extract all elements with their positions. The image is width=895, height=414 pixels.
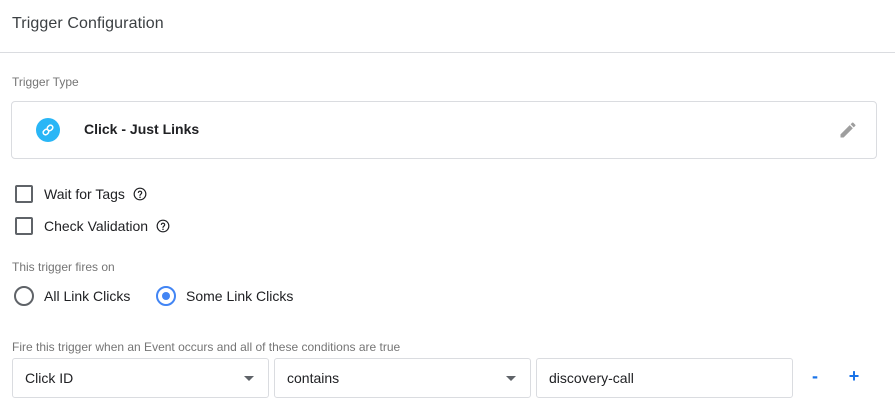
add-condition-button[interactable]: + [846, 366, 862, 386]
wait-for-tags-label: Wait for Tags [44, 186, 125, 202]
variable-select-value: Click ID [25, 370, 74, 386]
help-circle-icon[interactable] [133, 187, 147, 201]
condition-value-input[interactable]: discovery-call [536, 358, 793, 398]
some-link-clicks-radio[interactable] [156, 286, 176, 306]
variable-select[interactable]: Click ID [12, 358, 269, 398]
all-link-clicks-label: All Link Clicks [44, 288, 131, 304]
check-validation-option[interactable]: Check Validation [15, 216, 170, 236]
wait-for-tags-option[interactable]: Wait for Tags [15, 184, 147, 204]
remove-condition-button[interactable]: - [807, 366, 823, 386]
dropdown-arrow-icon [506, 376, 516, 381]
some-link-clicks-option[interactable]: Some Link Clicks [156, 286, 293, 306]
check-validation-label: Check Validation [44, 218, 149, 234]
operator-select[interactable]: contains [274, 358, 531, 398]
conditions-label: Fire this trigger when an Event occurs a… [12, 340, 401, 354]
trigger-type-card[interactable]: Click - Just Links [11, 101, 877, 159]
panel-title: Trigger Configuration [12, 15, 164, 32]
trigger-type-name: Click - Just Links [84, 121, 200, 137]
all-link-clicks-radio[interactable] [14, 286, 34, 306]
dropdown-arrow-icon [244, 376, 254, 381]
all-link-clicks-option[interactable]: All Link Clicks [14, 286, 130, 306]
condition-value-text: discovery-call [549, 370, 634, 386]
pencil-icon[interactable] [838, 120, 858, 140]
some-link-clicks-label: Some Link Clicks [186, 288, 294, 304]
fires-on-label: This trigger fires on [12, 260, 115, 274]
help-circle-icon[interactable] [156, 219, 170, 233]
panel-header: Trigger Configuration [0, 0, 895, 53]
link-icon [36, 118, 60, 142]
check-validation-checkbox[interactable] [15, 217, 33, 235]
wait-for-tags-checkbox[interactable] [15, 185, 33, 203]
trigger-type-label: Trigger Type [12, 75, 79, 89]
operator-select-value: contains [287, 370, 340, 386]
